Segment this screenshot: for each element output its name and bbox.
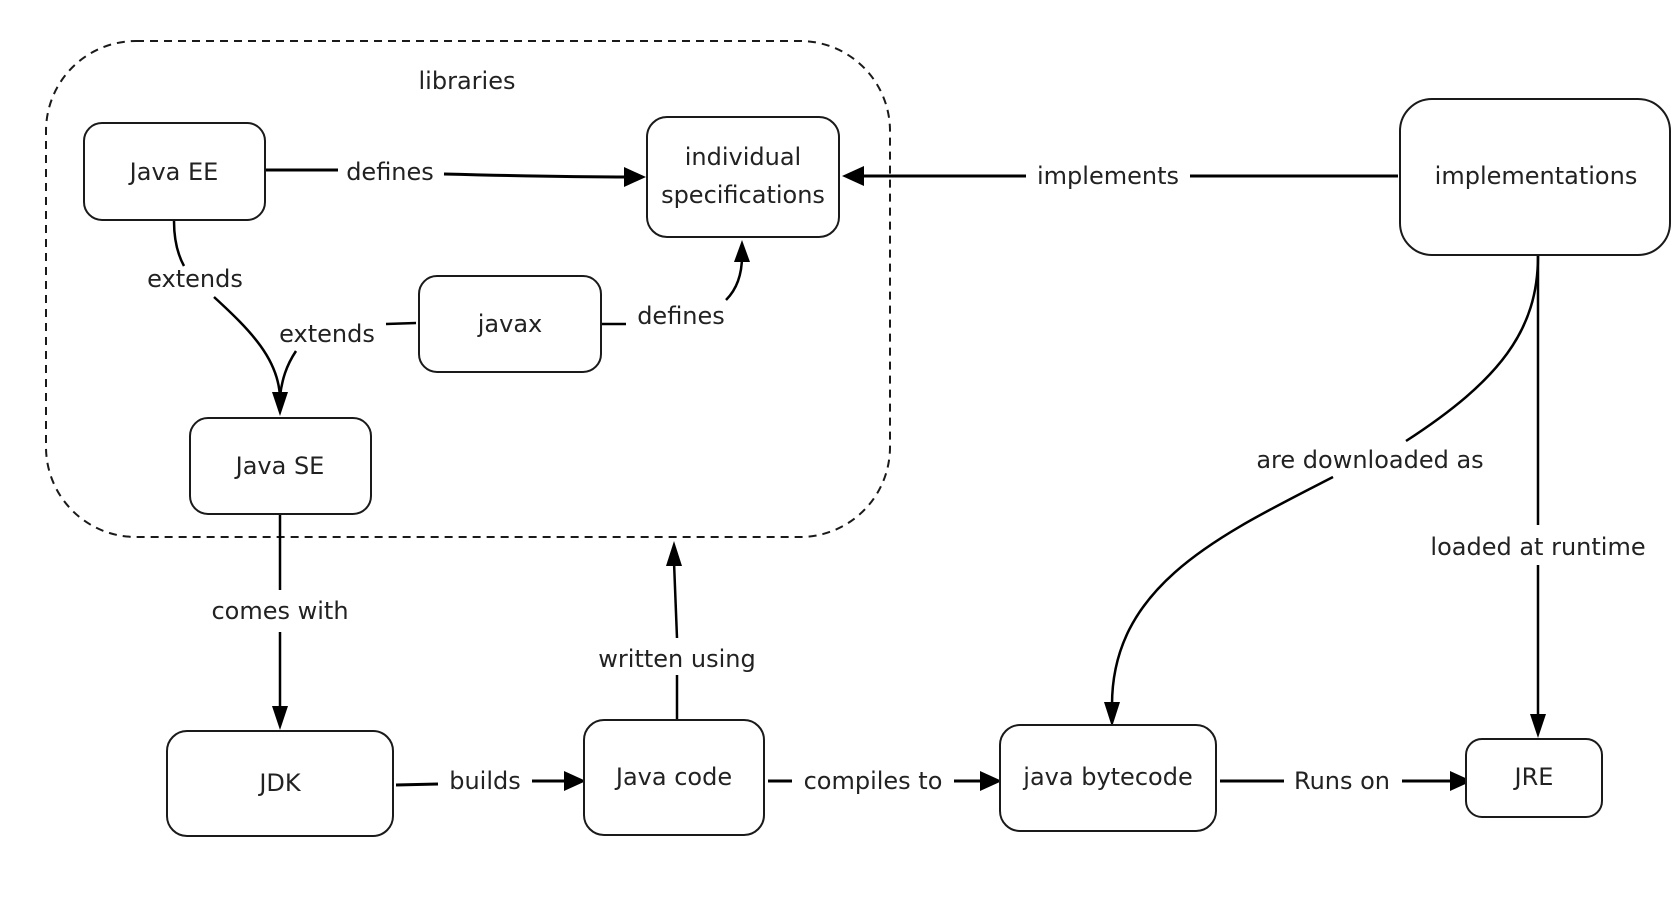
arrowhead-icon <box>272 706 288 730</box>
edge-impl-downloaded-line <box>1110 475 1334 706</box>
arrowhead-icon <box>564 771 586 791</box>
node-javax-label: javax <box>477 310 543 338</box>
node-individual-specifications[interactable]: individual specifications <box>646 116 840 238</box>
edge-impl-loaded: loaded at runtime <box>1430 256 1646 738</box>
arrowhead-icon <box>1104 702 1120 727</box>
arrowhead-icon <box>624 167 646 187</box>
edge-javax-defines: defines <box>601 240 750 330</box>
edge-ee-extends-line <box>213 296 282 401</box>
edge-javax-extends: extends <box>278 320 417 397</box>
node-jdk[interactable]: JDK <box>166 730 394 837</box>
edge-jdk-builds: builds <box>395 767 586 795</box>
node-java-code[interactable]: Java code <box>583 719 765 836</box>
edge-label-se-comes-with: comes with <box>211 597 348 625</box>
edge-label-impl-loaded: loaded at runtime <box>1430 533 1645 561</box>
edge-se-comes-with: comes with <box>211 515 349 730</box>
node-java-se-label: Java SE <box>234 452 325 480</box>
node-individual-specifications-label-line2: specifications <box>661 181 825 209</box>
edge-javax-defines-line <box>725 255 744 301</box>
node-implementations-label: implementations <box>1435 162 1638 190</box>
edge-code-written-using-line <box>672 561 679 639</box>
edge-javax-extends-line <box>278 350 298 397</box>
node-java-bytecode[interactable]: java bytecode <box>999 724 1217 832</box>
arrowhead-icon <box>1530 714 1546 738</box>
node-java-bytecode-label: java bytecode <box>1022 763 1192 791</box>
edge-ee-extends-line <box>172 220 186 267</box>
edge-label-javax-extends: extends <box>279 320 375 348</box>
edge-code-written-using: written using <box>598 541 756 720</box>
edge-label-ee-extends: extends <box>147 265 243 293</box>
edge-impl-downloaded-line <box>1405 255 1540 443</box>
edge-label-javax-defines: defines <box>637 302 725 330</box>
edge-jdk-builds-line <box>395 782 439 787</box>
node-jre-label: JRE <box>1513 763 1554 791</box>
node-implementations[interactable]: implementations <box>1399 98 1671 256</box>
node-java-se[interactable]: Java SE <box>189 417 372 515</box>
edge-label-impl-implements: implements <box>1037 162 1179 190</box>
node-java-code-label: Java code <box>614 763 732 791</box>
edge-javax-extends-line <box>385 321 417 326</box>
node-jdk-label: JDK <box>257 769 302 797</box>
edge-label-code-written-using: written using <box>598 645 755 673</box>
arrowhead-icon <box>666 541 682 566</box>
edge-label-code-compiles-to: compiles to <box>804 767 943 795</box>
node-javax[interactable]: javax <box>418 275 602 373</box>
edge-ee-defines: defines <box>266 158 646 187</box>
libraries-group-label: libraries <box>419 67 516 95</box>
edge-code-compiles-to: compiles to <box>768 767 1002 795</box>
edge-label-impl-downloaded: are downloaded as <box>1256 446 1483 474</box>
node-jre[interactable]: JRE <box>1465 738 1603 818</box>
edge-ee-extends: extends <box>147 220 288 416</box>
edge-ee-defines-line <box>443 172 631 179</box>
edge-impl-implements: implements <box>842 162 1398 190</box>
arrowhead-icon <box>842 166 864 186</box>
edge-impl-downloaded: are downloaded as <box>1104 255 1540 727</box>
java-ecosystem-diagram: libraries defines implements extends ext… <box>45 40 1671 837</box>
arrowhead-icon <box>734 240 750 262</box>
node-individual-specifications-box[interactable] <box>646 116 840 238</box>
edge-label-bytecode-runs-on: Runs on <box>1294 767 1390 795</box>
arrowhead-icon <box>980 771 1002 791</box>
edge-label-ee-defines: defines <box>346 158 434 186</box>
edge-bytecode-runs-on: Runs on <box>1220 767 1472 795</box>
node-java-ee[interactable]: Java EE <box>83 122 266 221</box>
node-java-ee-label: Java EE <box>128 158 219 186</box>
edge-label-jdk-builds: builds <box>449 767 521 795</box>
node-individual-specifications-label-line1: individual <box>685 143 801 171</box>
